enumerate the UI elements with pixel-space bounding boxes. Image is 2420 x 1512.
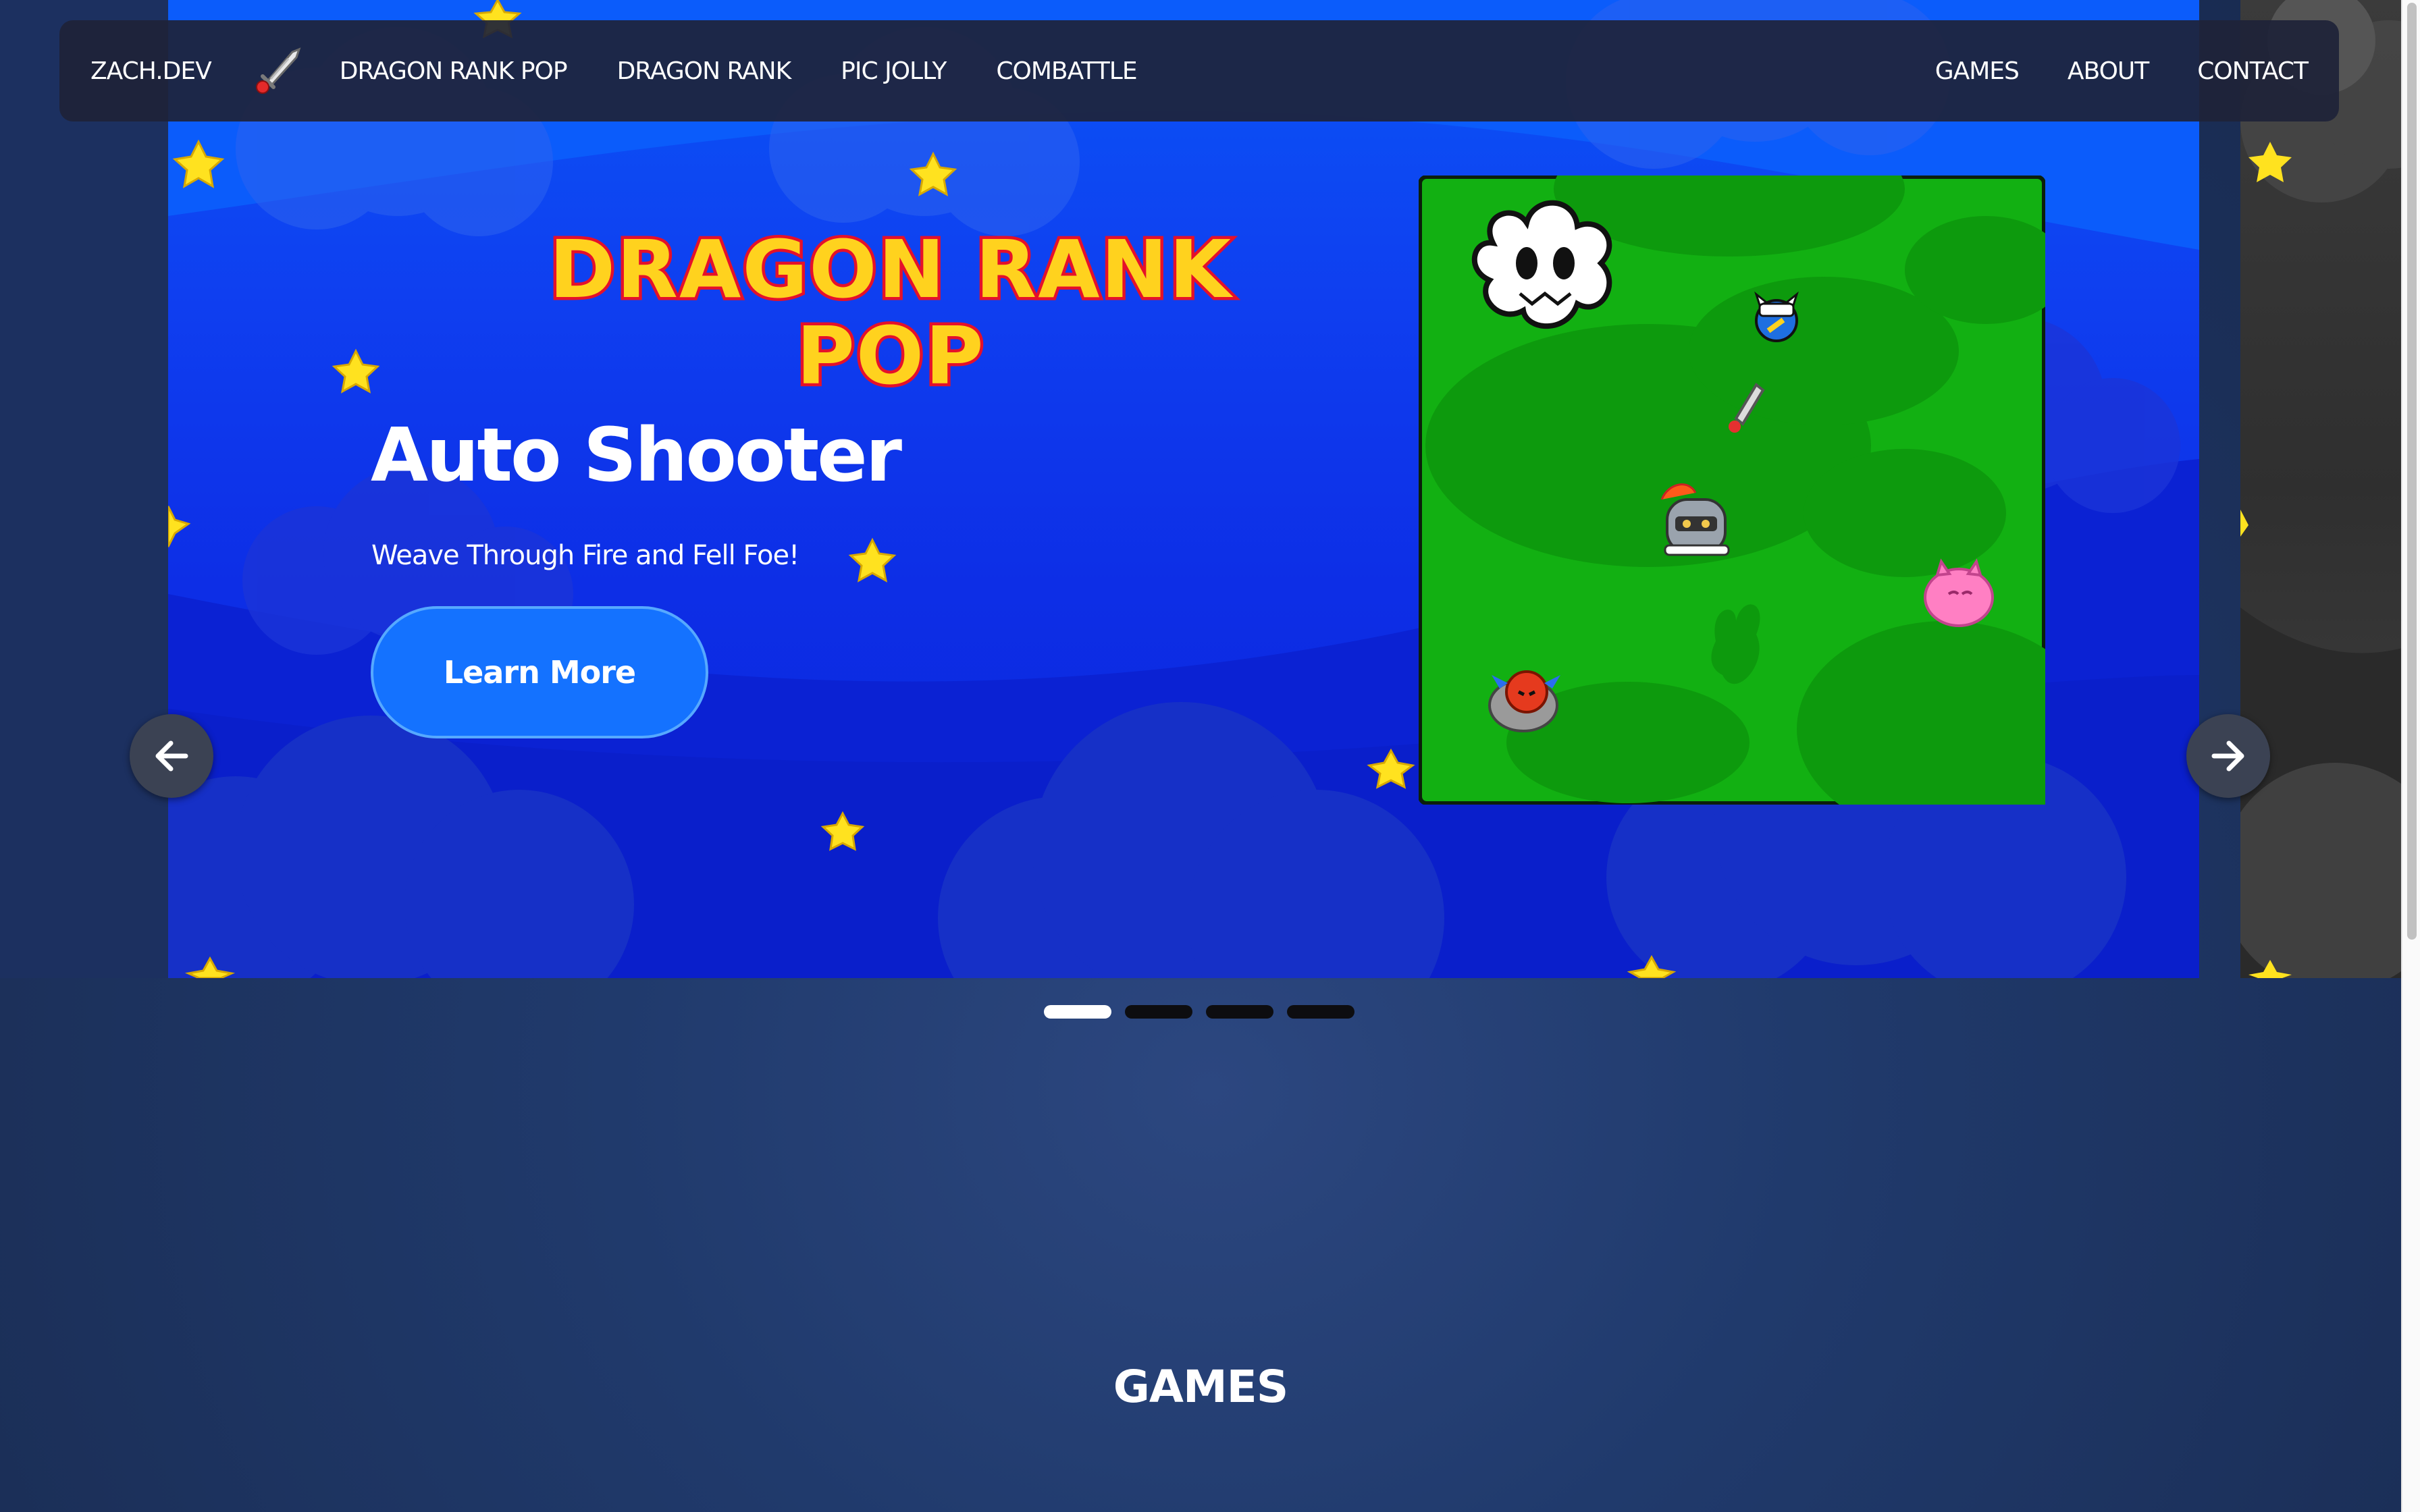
carousel-indicators: [1044, 1005, 1354, 1019]
sword-icon[interactable]: [248, 43, 305, 99]
nav-link-dragon-rank-pop[interactable]: DRAGON RANK POP: [340, 57, 568, 85]
carousel-slide-dragon-rank-pop: DRAGON RANK POP Auto Shooter Weave Throu…: [168, 0, 2199, 978]
nav-left-links: DRAGON RANK POP DRAGON RANK PIC JOLLY CO…: [340, 57, 1138, 85]
carousel-indicator-1[interactable]: [1044, 1005, 1111, 1019]
arrow-right-icon: [2211, 740, 2244, 772]
nav-link-games[interactable]: GAMES: [1935, 57, 2020, 85]
scrollbar-thumb[interactable]: [2407, 3, 2417, 940]
dragon-rank-pop-logo: DRAGON RANK POP: [546, 230, 1236, 405]
nav-link-pic-jolly[interactable]: PIC JOLLY: [841, 57, 947, 85]
logo-line-1: DRAGON RANK: [549, 230, 1234, 316]
nav-link-about[interactable]: ABOUT: [2068, 57, 2149, 85]
page-scrollbar[interactable]: [2401, 0, 2420, 1512]
nav-link-contact[interactable]: CONTACT: [2197, 57, 2309, 85]
logo-line-2: POP: [796, 309, 984, 402]
carousel-indicator-2[interactable]: [1125, 1005, 1192, 1019]
nav-link-combattle[interactable]: COMBATTLE: [996, 57, 1137, 85]
hero-carousel: DRAGON RANK POP Auto Shooter Weave Throu…: [0, 0, 2420, 979]
nav-link-dragon-rank[interactable]: DRAGON RANK: [617, 57, 792, 85]
slide-subtitle: Auto Shooter: [371, 412, 902, 498]
next-slide-peek: [2240, 0, 2402, 978]
game-preview-image: [1419, 176, 2045, 805]
red-dragon-enemy-icon: [1488, 670, 1560, 732]
nav-right-links: GAMES ABOUT CONTACT: [1935, 57, 2309, 85]
arrow-left-icon: [155, 740, 188, 772]
learn-more-button[interactable]: Learn More: [371, 606, 708, 738]
carousel-next-button[interactable]: [2186, 714, 2270, 798]
slide-tagline: Weave Through Fire and Fell Foe!: [371, 540, 799, 571]
top-navbar: ZACH.DEV DRAGON RANK POP DRAGON RANK PIC…: [59, 20, 2339, 122]
carousel-indicator-4[interactable]: [1287, 1005, 1354, 1019]
cloud-ghost-enemy-icon: [1471, 200, 1612, 329]
carousel-prev-button[interactable]: [130, 714, 213, 798]
carousel-indicator-3[interactable]: [1206, 1005, 1273, 1019]
blue-knight-enemy-icon: [1754, 291, 1799, 342]
brand-link[interactable]: ZACH.DEV: [90, 57, 212, 85]
games-section-heading: GAMES: [1113, 1361, 1289, 1413]
next-slide-art: [2240, 0, 2402, 978]
previous-slide-peek: [0, 0, 168, 978]
